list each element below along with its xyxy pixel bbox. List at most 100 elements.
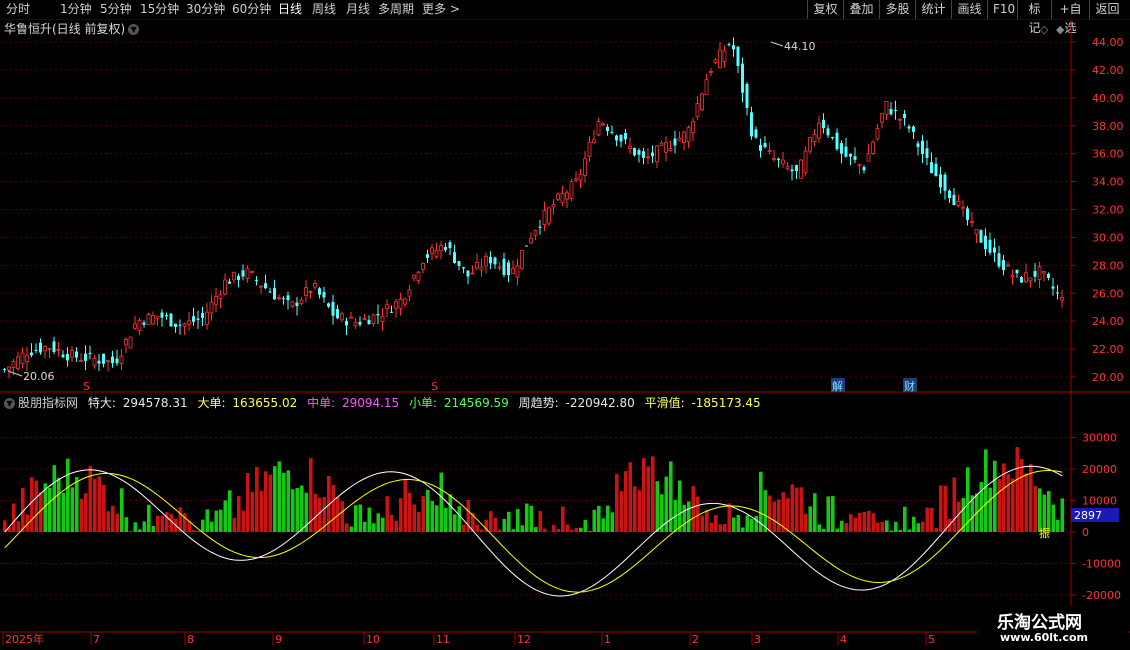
indicator-bar-green [376,513,381,532]
candle-up [713,59,718,64]
indicator-bar-green [457,506,462,532]
indicator-bar-green [291,489,295,532]
candle-down [142,322,146,325]
candle-down [763,143,767,148]
period-tab-more[interactable]: 更多 > [422,1,460,18]
indicator-bar-red [79,498,84,532]
candle-up [596,121,601,136]
signal-s-marker[interactable]: S [431,380,438,393]
candle-down [844,146,848,157]
xaxis-month-label: 10 [366,633,380,646]
indicator-bar-red [412,504,417,532]
finance-event-marker[interactable]: 财 [904,379,915,393]
indicator-bar-red [241,510,246,532]
period-tab-1min[interactable]: 1分钟 [60,1,92,18]
indicator-bar-red [336,496,340,532]
candle-up [551,204,556,208]
period-tab-30min[interactable]: 30分钟 [186,1,225,18]
candle-up [592,139,596,144]
indicator-bar-red [232,517,237,532]
xaxis-month-label: 9 [275,633,282,646]
indicator-bar-red [718,524,723,532]
candle-down [642,151,645,158]
indicator-bar-red [804,513,808,532]
indicator-bar-green [228,490,232,532]
indicator-bar-green [201,519,205,532]
mark-button[interactable]: 标记 [1017,0,1051,35]
period-tab-daily[interactable]: 日线 [278,1,302,18]
kline-chart-area[interactable]: 44.00 42.00 40.00 38.00 36.00 34.00 32.00 30.00… [0,0,1130,650]
overlay-button[interactable]: 叠加 [843,0,879,19]
candle-down [331,302,335,316]
candle-up [218,294,223,299]
diamond-outline-icon[interactable]: ◇ [1040,23,1049,36]
fuquan-button[interactable]: 复权 [807,0,843,19]
indicator-bar-red [93,478,97,532]
draw-line-button[interactable]: 画线 [951,0,987,19]
candle-up [533,230,538,236]
candle-down [345,320,348,326]
indicator-bar-red [795,487,799,532]
period-tab-monthly[interactable]: 月线 [346,1,370,18]
indicator-bar-green [277,461,282,532]
period-tab-multi[interactable]: 多周期 [378,1,414,18]
chevron-down-icon[interactable]: ▼ [128,24,140,35]
price-tick-label: 22.00 [1092,343,1124,356]
indicator-bar-green [885,520,889,532]
period-tab-15min[interactable]: 15分钟 [140,1,179,18]
candle-down [61,354,65,358]
indicator-bar-red [1024,473,1029,532]
period-tab-fenshi[interactable]: 分时 [6,1,30,18]
candle-up [772,157,776,160]
candle-up [704,79,709,95]
f10-button[interactable]: F10 [987,0,1017,19]
candle-up [659,142,664,146]
indicator-bar-green [529,505,534,532]
candle-down [84,353,87,361]
candle-up [1037,266,1042,280]
indicator-bar-green [453,514,457,532]
period-tab-weekly[interactable]: 周线 [312,1,336,18]
candle-up [817,122,821,139]
indicator-bar-green [916,523,921,532]
multi-stock-button[interactable]: 多股 [879,0,915,19]
xaxis-month-label: 7 [93,633,100,646]
indicator-bar-red [781,492,786,532]
unlock-event-marker[interactable]: 解 [832,379,843,393]
candle-down [489,256,492,264]
indicator-bar-red [619,491,624,532]
candle-up [70,350,74,358]
candle-down [75,351,78,358]
signal-s-marker[interactable]: S [83,380,90,393]
period-tab-5min[interactable]: 5分钟 [100,1,132,18]
candle-down [237,275,240,280]
candle-up [43,346,47,352]
indicator-bar-green [151,525,156,532]
add-watchlist-button[interactable]: +自选 [1051,0,1089,35]
candle-up [232,271,236,281]
candle-up [695,103,700,118]
indicator-bar-green [282,472,286,532]
back-button[interactable]: 返回 [1089,0,1125,19]
indicator-bar-red [462,524,466,532]
indicator-name[interactable]: 股朋指标网 [18,396,78,410]
period-tab-60min[interactable]: 60分钟 [232,1,271,18]
site-watermark: 乐淘公式网 www.60lt.com [977,606,1127,648]
indicator-bar-green [70,487,75,532]
collapse-icon[interactable]: ▼ [4,398,15,409]
stats-button[interactable]: 统计 [915,0,951,19]
indicator-bar-green [430,500,435,532]
candle-down [462,267,465,269]
candle-down [979,230,983,243]
indicator-bar-green [300,485,304,532]
indicator-bar-green [444,507,448,532]
indicator-bar-red [723,524,727,532]
candle-up [209,301,214,314]
chart-title[interactable]: 华鲁恒升(日线 前复权) ▼ [4,21,140,37]
candle-down [453,252,456,264]
candle-down [853,156,857,160]
indicator-bar-red [615,474,619,532]
candle-down [790,169,794,172]
candle-up [974,228,979,235]
indicator-bar-red [390,515,394,532]
